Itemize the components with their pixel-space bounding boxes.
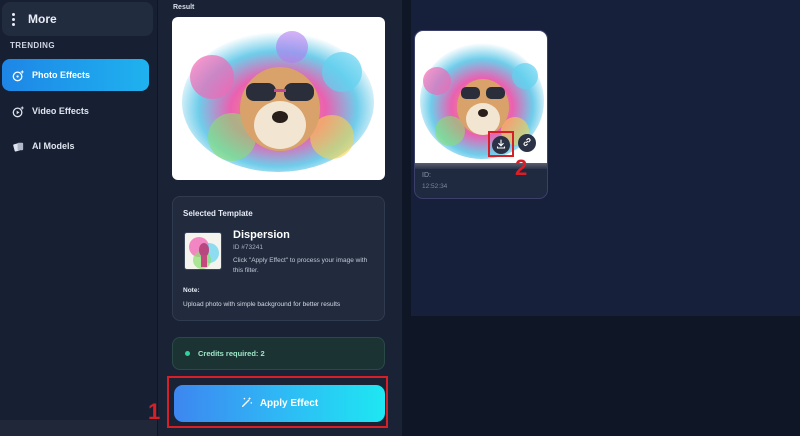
sidebar-item-label: Photo Effects	[32, 70, 91, 80]
video-sparkle-icon	[11, 104, 25, 118]
sidebar-item-video-effects[interactable]: Video Effects	[2, 95, 149, 127]
note-text: Upload photo with simple background for …	[183, 301, 341, 308]
effect-panel: Result Selected Template Dispersion ID #…	[158, 0, 402, 436]
annotation-number-1: 1	[148, 399, 161, 424]
copy-link-button[interactable]	[518, 134, 536, 152]
result-image	[172, 17, 385, 180]
sparkle-image-icon	[11, 68, 25, 82]
more-button[interactable]: More	[2, 2, 153, 36]
apply-effect-label: Apply Effect	[259, 398, 319, 409]
template-thumbnail	[184, 232, 222, 270]
credits-indicator: Credits required: 2	[172, 337, 385, 370]
gallery-item-id: ID:	[422, 172, 431, 179]
selected-template-card: Selected Template Dispersion ID #73241 C…	[172, 196, 385, 321]
sidebar-item-photo-effects[interactable]: Photo Effects	[2, 59, 149, 91]
gallery-item[interactable]	[414, 30, 548, 199]
more-label: More	[28, 12, 57, 26]
sidebar-item-label: Video Effects	[32, 106, 89, 116]
sidebar-footer	[0, 420, 157, 436]
more-vertical-icon	[12, 12, 15, 26]
credits-text: Credits required: 2	[198, 349, 265, 358]
template-name: Dispersion	[233, 229, 290, 241]
sidebar-item-ai-models[interactable]: AI Models	[2, 130, 149, 162]
trending-section-title: TRENDING	[10, 41, 55, 50]
link-icon	[522, 134, 532, 152]
annotation-box-2	[488, 131, 514, 157]
gallery-thumbnail-shadow	[415, 163, 547, 169]
template-id: ID #73241	[233, 244, 263, 251]
sidebar: More TRENDING Photo Effects Video Effect…	[0, 0, 157, 420]
cards-icon	[11, 139, 25, 153]
selected-template-heading: Selected Template	[183, 209, 253, 218]
result-label: Result	[173, 4, 195, 11]
annotation-number-2: 2	[515, 155, 528, 180]
template-description: Click "Apply Effect" to process your ima…	[233, 257, 368, 274]
sidebar-item-label: AI Models	[32, 141, 75, 151]
magic-wand-icon	[241, 396, 253, 411]
note-heading: Note:	[183, 287, 200, 294]
status-dot-icon	[185, 351, 190, 356]
gallery-item-timestamp: 12:52:34	[422, 183, 448, 190]
apply-effect-button[interactable]: Apply Effect	[174, 385, 385, 422]
